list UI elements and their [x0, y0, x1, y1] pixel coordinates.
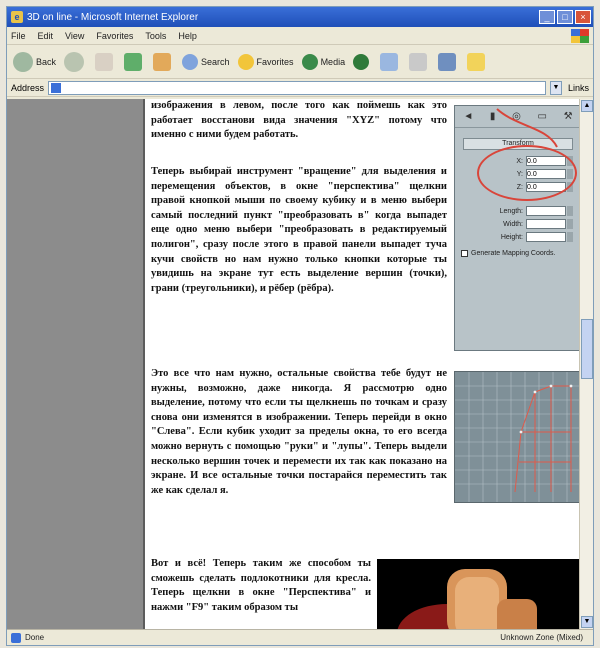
search-button[interactable]: Search — [182, 53, 230, 70]
home-icon — [153, 52, 172, 71]
height-field — [526, 232, 566, 242]
back-arrow-icon — [13, 51, 33, 72]
panel-row-height: Height: — [455, 232, 573, 242]
page-content: изображения в левом, после того как пойм… — [7, 99, 593, 629]
window-title: 3D on line - Microsoft Internet Explorer — [27, 11, 199, 23]
scroll-thumb[interactable] — [581, 319, 593, 379]
print-button[interactable] — [409, 52, 430, 71]
menu-help[interactable]: Help — [178, 31, 197, 41]
status-bar: Done Unknown Zone (Mixed) — [7, 629, 593, 645]
history-button[interactable] — [353, 53, 372, 70]
forward-arrow-icon — [64, 51, 85, 72]
vertical-scrollbar[interactable]: ▲ ▼ — [579, 99, 593, 629]
checkbox-label: Generate Mapping Coords. — [471, 250, 556, 257]
windows-flag-icon — [571, 28, 589, 43]
length-label: Length: — [499, 207, 523, 215]
search-label: Search — [201, 56, 230, 67]
mapping-checkbox: Generate Mapping Coords. — [461, 250, 575, 257]
edit-icon — [438, 52, 457, 71]
menu-view[interactable]: View — [65, 31, 84, 41]
menu-favorites[interactable]: Favorites — [96, 31, 133, 41]
folder-button[interactable] — [467, 52, 488, 71]
panel-row-width: Width: — [455, 219, 573, 229]
length-field — [526, 206, 566, 216]
menu-file[interactable]: File — [11, 31, 26, 41]
links-label[interactable]: Links — [568, 83, 589, 93]
armchair-render-image — [377, 559, 583, 629]
close-button[interactable]: × — [575, 10, 591, 24]
page-icon — [51, 82, 62, 93]
article-paragraph-1: изображения в левом, после того как пойм… — [151, 100, 447, 141]
address-label: Address — [11, 82, 45, 93]
article-paragraph-2: Теперь выбирай инструмент "вращение" для… — [151, 166, 447, 294]
media-icon — [301, 53, 318, 70]
refresh-button[interactable] — [124, 52, 145, 71]
page-status-icon — [11, 632, 21, 643]
article-paragraph-4: Вот и всё! Теперь таким же способом ты с… — [151, 558, 371, 613]
toolbar: Back Search Favorites Media — [7, 45, 593, 79]
menu-bar: File Edit View Favorites Tools Help — [7, 27, 593, 45]
spinner-icon — [567, 232, 573, 242]
address-input[interactable] — [48, 80, 546, 95]
arrow-icon: ◄ — [463, 111, 474, 122]
title-bar: e 3D on line - Microsoft Internet Explor… — [7, 7, 593, 27]
address-dropdown-button[interactable]: ▼ — [549, 80, 562, 95]
annotation-arrow — [496, 108, 558, 148]
star-icon — [237, 53, 254, 70]
width-label: Width: — [503, 220, 523, 228]
home-button[interactable] — [153, 52, 174, 71]
wireframe-viewport-image — [454, 371, 584, 503]
mail-button[interactable] — [380, 52, 401, 71]
maximize-button[interactable]: □ — [557, 10, 573, 24]
browser-window: e 3D on line - Microsoft Internet Explor… — [6, 6, 594, 646]
scroll-down-icon[interactable]: ▼ — [581, 616, 593, 628]
favorites-button[interactable]: Favorites — [237, 53, 294, 70]
width-field — [526, 219, 566, 229]
media-label: Media — [320, 56, 346, 67]
search-icon — [182, 53, 199, 70]
media-button[interactable]: Media — [301, 53, 346, 70]
spinner-icon — [567, 219, 573, 229]
left-margin-panel — [7, 99, 145, 629]
article-paragraph-3: Это все что нам нужно, остальные свойств… — [151, 368, 447, 496]
print-icon — [409, 52, 428, 71]
wireframe-svg — [455, 372, 583, 502]
armchair-svg — [397, 569, 537, 629]
stop-button[interactable] — [95, 52, 116, 71]
minimize-button[interactable]: _ — [539, 10, 555, 24]
scroll-up-icon[interactable]: ▲ — [581, 100, 593, 112]
highlight-ellipse — [477, 145, 577, 201]
address-bar: Address ▼ Links — [7, 79, 593, 97]
mail-icon — [380, 52, 399, 71]
back-label: Back — [36, 56, 57, 67]
stop-icon — [95, 52, 114, 71]
height-label: Height: — [500, 233, 523, 241]
history-icon — [353, 53, 370, 70]
panel-row-length: Length: — [455, 206, 573, 216]
back-button[interactable]: Back — [13, 51, 57, 72]
ie-logo-icon: e — [11, 11, 23, 23]
favorites-label: Favorites — [256, 56, 294, 67]
menu-tools[interactable]: Tools — [145, 31, 166, 41]
checkbox-icon — [461, 250, 468, 257]
spinner-icon — [567, 206, 573, 216]
refresh-icon — [124, 52, 143, 71]
menu-edit[interactable]: Edit — [38, 31, 54, 41]
edit-button[interactable] — [438, 52, 459, 71]
status-text: Done — [25, 633, 45, 642]
folder-icon — [467, 52, 486, 71]
zone-label: Unknown Zone (Mixed) — [500, 633, 583, 642]
forward-button[interactable] — [64, 51, 87, 72]
